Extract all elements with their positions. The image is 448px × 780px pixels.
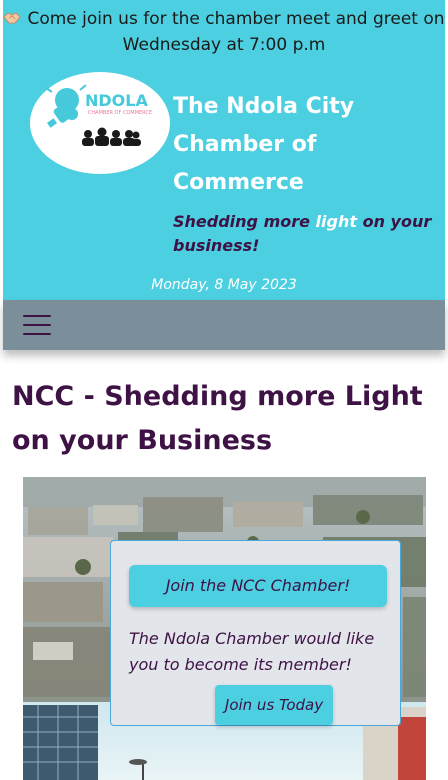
site-title[interactable]: The Ndola City Chamber of Commerce: [173, 88, 433, 202]
site-tagline: Shedding more light on your business!: [173, 210, 435, 258]
tagline-before: Shedding more: [173, 212, 316, 231]
chamber-logo[interactable]: NDOLA CHAMBER OF COMMERCE: [30, 72, 170, 174]
lightbulb-people-icon: [45, 84, 141, 146]
membership-text: The Ndola Chamber would like you to beco…: [129, 629, 375, 674]
page-title: NCC - Shedding more Light on your Busine…: [12, 381, 423, 456]
logo-subtitle: CHAMBER OF COMMERCE: [87, 110, 153, 116]
handshake-icon: [3, 12, 22, 24]
current-date: Monday, 8 May 2023: [151, 277, 297, 293]
main-navigation: [3, 300, 445, 350]
join-chamber-button[interactable]: Join the NCC Chamber!: [129, 565, 387, 607]
join-today-button[interactable]: Join us Today: [215, 685, 333, 725]
logo-name: NDOLA: [85, 91, 148, 110]
membership-card: Join the NCC Chamber! The Ndola Chamber …: [110, 540, 401, 726]
announcement-bar: Come join us for the chamber meet and gr…: [3, 6, 445, 58]
hamburger-menu-icon[interactable]: [23, 312, 51, 338]
site-header: Come join us for the chamber meet and gr…: [3, 0, 445, 300]
tagline-highlight: light: [315, 212, 358, 231]
announcement-text: Come join us for the chamber meet and gr…: [27, 9, 445, 55]
